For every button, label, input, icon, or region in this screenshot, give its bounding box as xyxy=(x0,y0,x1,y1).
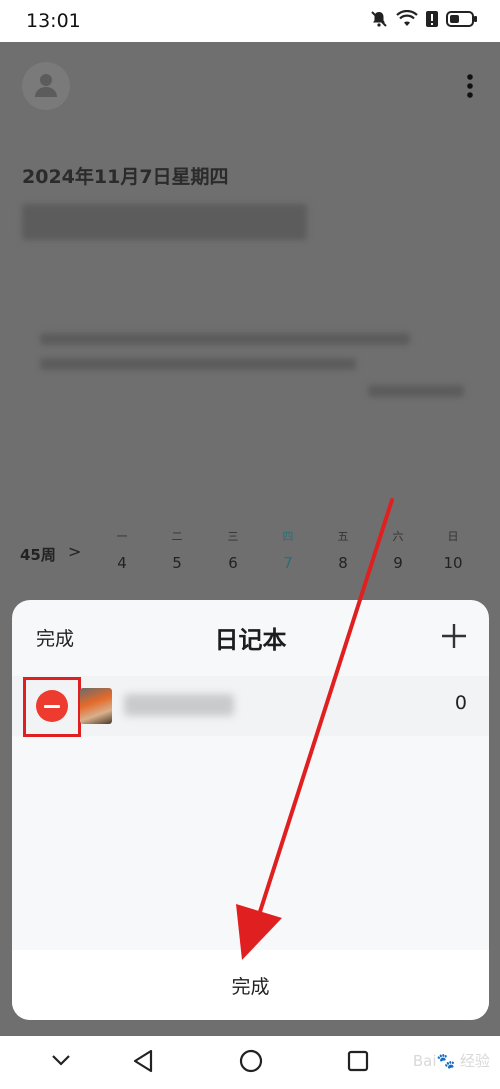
weekday-name: 日 xyxy=(447,530,459,543)
plus-icon[interactable] xyxy=(440,622,468,650)
next-week-chevron[interactable]: > xyxy=(68,542,81,561)
day-cell-today[interactable]: 四7 xyxy=(268,524,308,572)
day-cell[interactable]: 一4 xyxy=(102,524,142,572)
day-number: 5 xyxy=(172,554,182,572)
delete-button-highlight xyxy=(23,677,81,737)
notebook-name-blurred xyxy=(124,694,234,716)
blurred-entry-body xyxy=(40,333,410,345)
blurred-entry-body xyxy=(40,358,356,370)
notebook-entry-count: 0 xyxy=(454,692,467,714)
blurred-entry-meta xyxy=(368,385,464,397)
person-icon xyxy=(35,74,57,97)
back-icon[interactable] xyxy=(132,1048,154,1078)
week-strip: 45周 > 一4 二5 三6 四7 五8 六9 日 10 xyxy=(0,524,500,584)
recents-icon[interactable] xyxy=(346,1048,370,1078)
done-button-bottom[interactable]: 完成 xyxy=(12,972,489,999)
day-cell[interactable]: 三6 xyxy=(213,524,253,572)
alert-icon xyxy=(426,10,438,32)
day-number: 8 xyxy=(338,554,348,572)
home-icon[interactable] xyxy=(238,1048,264,1078)
blurred-entry-title xyxy=(22,204,307,240)
sheet-title: 日记本 xyxy=(214,626,287,654)
day-cell[interactable]: 六9 xyxy=(378,524,418,572)
weekday-name: 一 xyxy=(116,530,128,543)
day-number: 6 xyxy=(228,554,238,572)
day-number: 7 xyxy=(283,554,293,572)
diary-date-heading: 2024年11月7日星期四 xyxy=(22,166,229,188)
chevron-down-icon[interactable] xyxy=(50,1052,72,1071)
weekday-name: 五 xyxy=(337,530,349,543)
status-time: 13:01 xyxy=(26,10,81,32)
more-options-icon[interactable] xyxy=(460,72,480,100)
day-number: 4 xyxy=(117,554,127,572)
status-icons xyxy=(370,9,478,32)
notebook-cover-thumbnail xyxy=(80,688,112,724)
weekday-name: 六 xyxy=(392,530,404,543)
day-cell[interactable]: 日 10 xyxy=(433,524,473,572)
day-cell[interactable]: 五8 xyxy=(323,524,363,572)
wifi-icon xyxy=(396,9,418,32)
notebook-sheet: 完成 日记本 0 完成 xyxy=(12,600,489,1020)
day-cell[interactable]: 二5 xyxy=(157,524,197,572)
day-number: 10 xyxy=(443,554,463,572)
notebook-row[interactable]: 0 xyxy=(12,676,489,737)
bell-off-icon xyxy=(370,10,388,32)
weekday-name: 二 xyxy=(171,530,183,543)
status-bar: 13:01 xyxy=(0,0,500,42)
watermark: Bai🐾 经验 xyxy=(412,1052,490,1070)
day-number: 9 xyxy=(393,554,403,572)
avatar[interactable] xyxy=(22,62,70,110)
week-number: 45周 xyxy=(20,546,56,564)
battery-icon xyxy=(446,10,478,32)
weekday-name: 四 xyxy=(282,530,294,543)
weekday-name: 三 xyxy=(227,530,239,543)
